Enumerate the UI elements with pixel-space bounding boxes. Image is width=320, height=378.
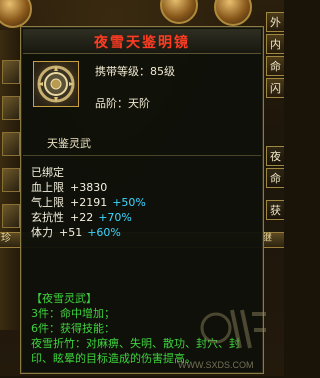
stat-name: 血上限 xyxy=(31,181,64,194)
soul-weapon-tab[interactable]: 天鉴灵武 xyxy=(27,135,111,153)
left-slot-column xyxy=(0,30,21,330)
stat-percent: +50% xyxy=(112,196,146,209)
stat-percent: +70% xyxy=(98,211,132,224)
item-slot[interactable] xyxy=(2,60,20,84)
stat-value: +51 xyxy=(59,226,83,239)
stat-row: 气上限 +2191 +50% xyxy=(31,195,146,210)
stat-name: 气上限 xyxy=(31,196,64,209)
divider xyxy=(23,155,261,156)
item-name: 夜雪天鉴明镜 xyxy=(94,35,190,51)
watermark-logo xyxy=(196,300,270,358)
stat-percent: +60% xyxy=(87,226,121,239)
item-slot[interactable] xyxy=(2,204,20,228)
required-level: 携带等级：85级 xyxy=(95,65,175,78)
side-tab[interactable]: 夜 xyxy=(266,146,284,166)
mirror-weapon-icon xyxy=(33,61,79,107)
stat-row: 血上限 +3830 xyxy=(31,180,146,195)
stat-list: 已绑定 血上限 +3830 气上限 +2191 +50% 玄抗性 +22 +70% 体力 +… xyxy=(31,165,146,240)
bound-status: 已绑定 xyxy=(31,166,64,179)
stat-row: 玄抗性 +22 +70% xyxy=(31,210,146,225)
skill-orb-icon[interactable] xyxy=(160,0,198,24)
stat-value: +22 xyxy=(70,211,94,224)
item-slot[interactable] xyxy=(2,168,20,192)
watermark-url: WWW.SXDS.COM xyxy=(178,360,254,370)
stat-name: 体力 xyxy=(31,226,53,239)
stat-value: +2191 xyxy=(70,196,108,209)
skill-orb-icon[interactable] xyxy=(0,0,32,28)
side-tab[interactable]: 外 xyxy=(266,12,284,32)
side-tab[interactable]: 获 xyxy=(266,200,284,220)
item-slot[interactable] xyxy=(2,132,20,156)
side-tab[interactable]: 闪 xyxy=(266,78,284,98)
skill-orb-icon[interactable] xyxy=(214,0,252,26)
bottom-bar-left-label[interactable]: 珍 xyxy=(0,232,11,246)
stat-name: 玄抗性 xyxy=(31,211,64,224)
side-tab[interactable]: 命 xyxy=(266,168,284,188)
stat-row: 体力 +51 +60% xyxy=(31,225,146,240)
item-slot[interactable] xyxy=(2,96,20,120)
stat-value: +3830 xyxy=(70,181,108,194)
side-tab[interactable]: 命 xyxy=(266,56,284,76)
side-tab[interactable]: 内 xyxy=(266,34,284,54)
tooltip-title-bar: 夜雪天鉴明镜 xyxy=(23,29,261,54)
item-grade: 品阶：天阶 xyxy=(95,97,150,110)
